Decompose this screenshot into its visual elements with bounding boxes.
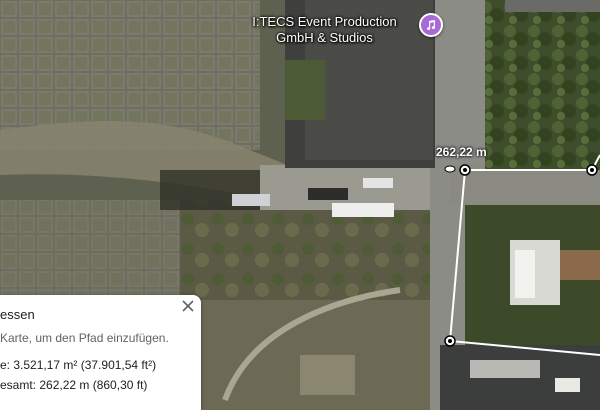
poi-label[interactable]: I:TECS Event Production GmbH & Studios [232,14,417,46]
music-note-icon[interactable] [419,13,443,37]
panel-hint: Karte, um den Pfad einzufügen. [0,331,169,345]
measure-vertex[interactable] [459,164,471,176]
poi-name-line2: GmbH & Studios [276,30,373,45]
close-icon[interactable] [181,299,195,313]
measure-distance-panel: essen Karte, um den Pfad einzufügen. e: … [0,295,201,410]
total-distance-value: esamt: 262,22 m (860,30 ft) [0,378,148,392]
measure-vertex[interactable] [586,164,598,176]
poi-name-line1: I:TECS Event Production [252,14,397,29]
segment-distance-label: 262,22 m [436,145,487,159]
measure-vertex[interactable] [444,335,456,347]
panel-title: essen [0,307,35,322]
area-value: e: 3.521,17 m² (37.901,54 ft²) [0,358,157,372]
measure-midpoint[interactable] [444,165,456,173]
